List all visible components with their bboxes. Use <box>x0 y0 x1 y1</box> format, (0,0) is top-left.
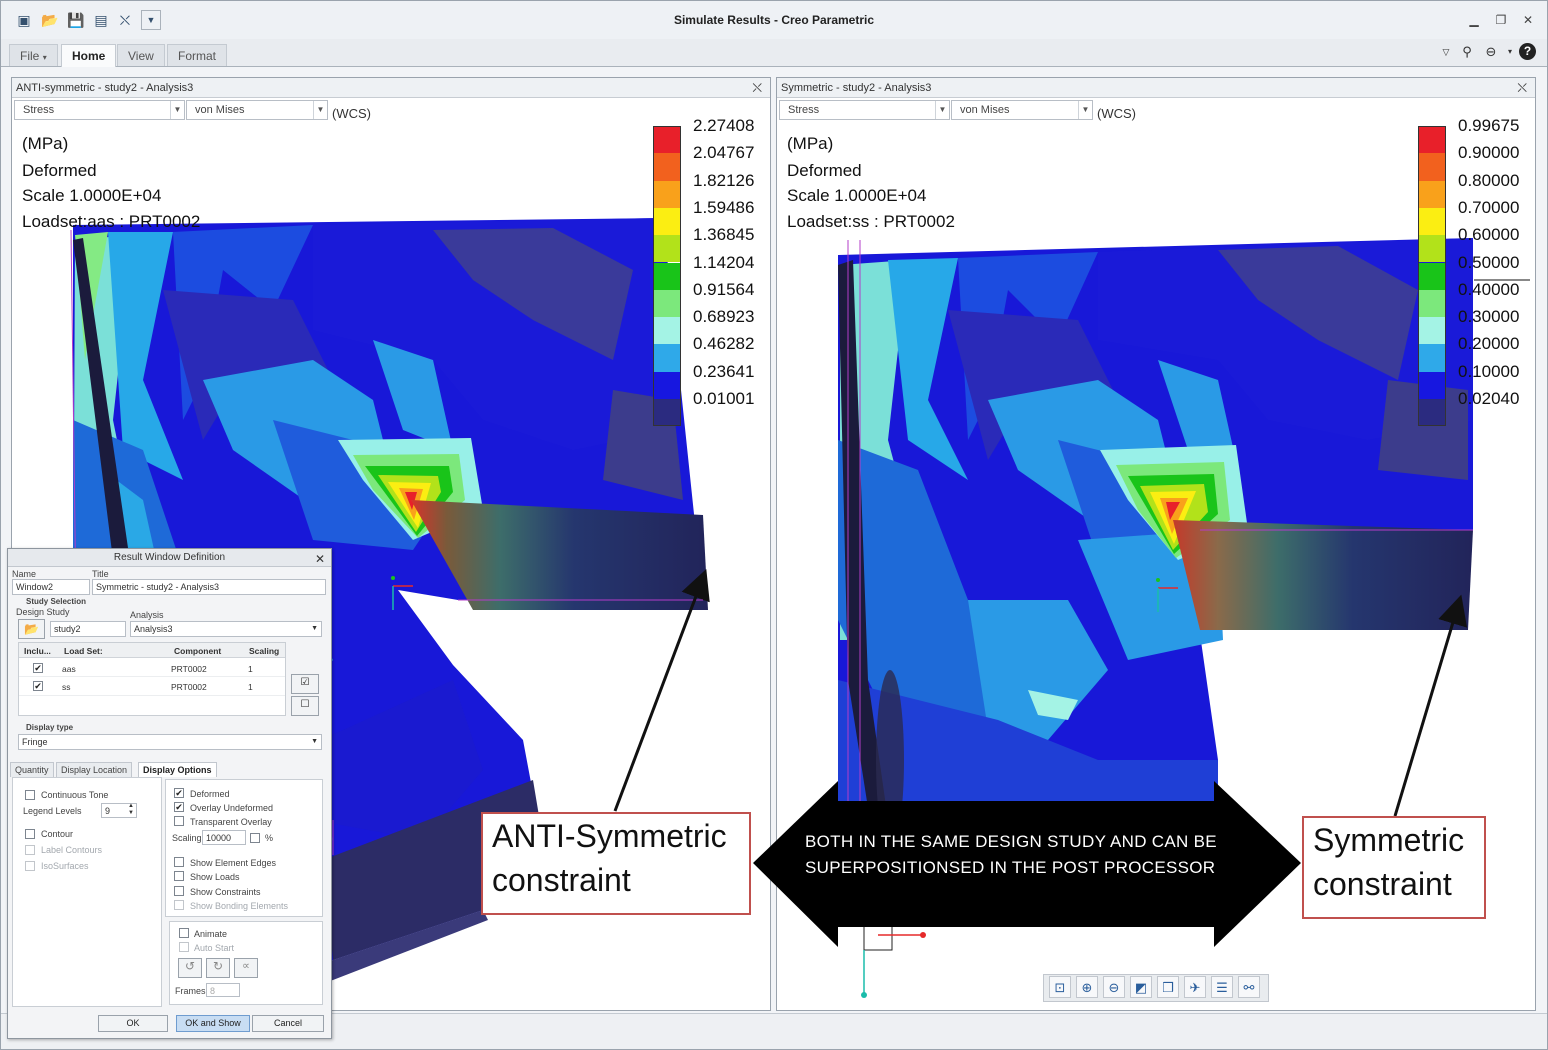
show-bonding-elements-label: Show Bonding Elements <box>190 901 289 911</box>
col-scaling: Scaling <box>249 646 280 656</box>
col-load-set: Load Set: <box>64 646 103 656</box>
scaling-label: Scaling <box>172 833 202 843</box>
chevron-down-icon: ▼ <box>311 625 318 632</box>
deformed-checkbox[interactable]: ✔ <box>174 788 184 798</box>
col-component: Component <box>174 646 222 656</box>
dialog-title: Result Window Definition <box>113 552 226 563</box>
table-row[interactable] <box>19 659 285 677</box>
contour-checkbox[interactable] <box>25 829 35 839</box>
contour-label: Contour <box>41 829 74 839</box>
dialog-title-bar: Result Window Definition ✕ <box>8 549 331 567</box>
select-all-icon[interactable]: ☑ <box>291 674 319 694</box>
label-contours-checkbox <box>25 845 35 855</box>
design-study-field[interactable]: study2 <box>50 621 126 637</box>
transparent-overlay-checkbox[interactable] <box>174 816 184 826</box>
show-element-edges-checkbox[interactable] <box>174 857 184 867</box>
row-scaling[interactable]: 1 <box>248 682 253 692</box>
animation-group: Animate Auto Start ↺ ↻ ∝ Frames 8 <box>169 921 323 1005</box>
open-study-icon[interactable]: 📂 <box>18 619 45 639</box>
title-field[interactable]: Symmetric - study2 - Analysis3 <box>92 579 326 595</box>
auto-start-label: Auto Start <box>194 943 235 953</box>
isosurfaces-checkbox <box>25 861 35 871</box>
show-loads-checkbox[interactable] <box>174 871 184 881</box>
chevron-down-icon: ▼ <box>311 738 318 745</box>
transparent-overlay-label: Transparent Overlay <box>190 817 272 827</box>
legend-levels-label: Legend Levels <box>23 806 82 816</box>
frames-label: Frames <box>175 986 206 996</box>
animate-checkbox[interactable] <box>179 928 189 938</box>
display-type-label: Display type <box>26 723 74 732</box>
result-window-definition-dialog: Result Window Definition ✕ Name Window2 T… <box>7 548 332 1039</box>
continuous-tone-label: Continuous Tone <box>41 790 109 800</box>
row-load-set: aas <box>62 664 76 674</box>
show-loads-label: Show Loads <box>190 872 240 882</box>
row-load-set: ss <box>62 682 71 692</box>
animate-label: Animate <box>194 929 228 939</box>
overlay-undeformed-checkbox[interactable]: ✔ <box>174 802 184 812</box>
row-scaling[interactable]: 1 <box>248 664 253 674</box>
spinner-icon[interactable]: ▲ ▼ <box>128 803 134 817</box>
row-component: PRT0002 <box>171 682 207 692</box>
right-options-group: ✔ Deformed ✔ Overlay Undeformed Transpar… <box>165 779 323 917</box>
close-icon[interactable]: ✕ <box>315 550 325 568</box>
include-checkbox-aas[interactable]: ✔ <box>33 663 43 673</box>
superposition-note: BOTH IN THE SAME DESIGN STUDY AND CAN BE… <box>805 829 1217 881</box>
design-study-label: Design Study <box>16 607 70 617</box>
percent-label: % <box>265 833 274 843</box>
deformed-label: Deformed <box>190 789 230 799</box>
superposition-note-line2: SUPERPOSITIONSED IN THE POST PROCESSOR <box>805 858 1216 877</box>
scaling-field[interactable]: 10000 <box>202 830 246 845</box>
title-label: Title <box>92 569 109 579</box>
cancel-button[interactable]: Cancel <box>252 1015 324 1032</box>
name-label: Name <box>12 569 37 579</box>
analysis-select[interactable]: Analysis3 ▼ <box>130 621 322 637</box>
col-include: Inclu... <box>24 646 51 656</box>
show-element-edges-label: Show Element Edges <box>190 858 277 868</box>
show-constraints-checkbox[interactable] <box>174 886 184 896</box>
creo-app-window: ▣ 📂 💾 ▤ ⛌ ▼ Simulate Results - Creo Para… <box>0 0 1548 1050</box>
analysis-value: Analysis3 <box>134 624 173 634</box>
isosurfaces-label: IsoSurfaces <box>41 861 89 871</box>
table-header <box>19 643 285 658</box>
loop-icon[interactable]: ∝ <box>234 958 258 978</box>
symmetric-callout: Symmetric constraint <box>1302 816 1486 919</box>
show-bonding-elements-checkbox <box>174 900 184 910</box>
percent-checkbox[interactable] <box>250 833 260 843</box>
row-component: PRT0002 <box>171 664 207 674</box>
left-options-group: Continuous Tone Legend Levels 9 ▲ ▼ Conto… <box>12 777 162 1007</box>
overlay-undeformed-label: Overlay Undeformed <box>190 803 274 813</box>
study-selection-label: Study Selection <box>26 597 87 606</box>
frames-field: 8 <box>206 983 240 997</box>
ok-and-show-button[interactable]: OK and Show <box>176 1015 250 1032</box>
anti-symmetric-callout: ANTI-Symmetric constraint <box>481 812 751 915</box>
tab-quantity[interactable]: Quantity <box>10 762 54 777</box>
deselect-all-icon[interactable]: ☐ <box>291 696 319 716</box>
label-contours-label: Label Contours <box>41 845 103 855</box>
analysis-label: Analysis <box>130 610 164 620</box>
continuous-tone-checkbox[interactable] <box>25 790 35 800</box>
name-field[interactable]: Window2 <box>12 579 90 595</box>
display-type-select[interactable]: Fringe ▼ <box>18 734 322 750</box>
ok-button[interactable]: OK <box>98 1015 168 1032</box>
auto-start-checkbox <box>179 942 189 952</box>
superposition-note-line1: BOTH IN THE SAME DESIGN STUDY AND CAN BE <box>805 832 1217 851</box>
include-checkbox-ss[interactable]: ✔ <box>33 681 43 691</box>
load-set-table: Inclu... Load Set: Component Scaling ✔ a… <box>18 642 286 716</box>
table-row[interactable] <box>19 678 285 696</box>
display-type-value: Fringe <box>22 737 48 747</box>
rewind-icon[interactable]: ↺ <box>178 958 202 978</box>
play-icon[interactable]: ↻ <box>206 958 230 978</box>
tab-display-options[interactable]: Display Options <box>138 762 217 777</box>
show-constraints-label: Show Constraints <box>190 887 261 897</box>
tab-display-location[interactable]: Display Location <box>56 762 133 777</box>
